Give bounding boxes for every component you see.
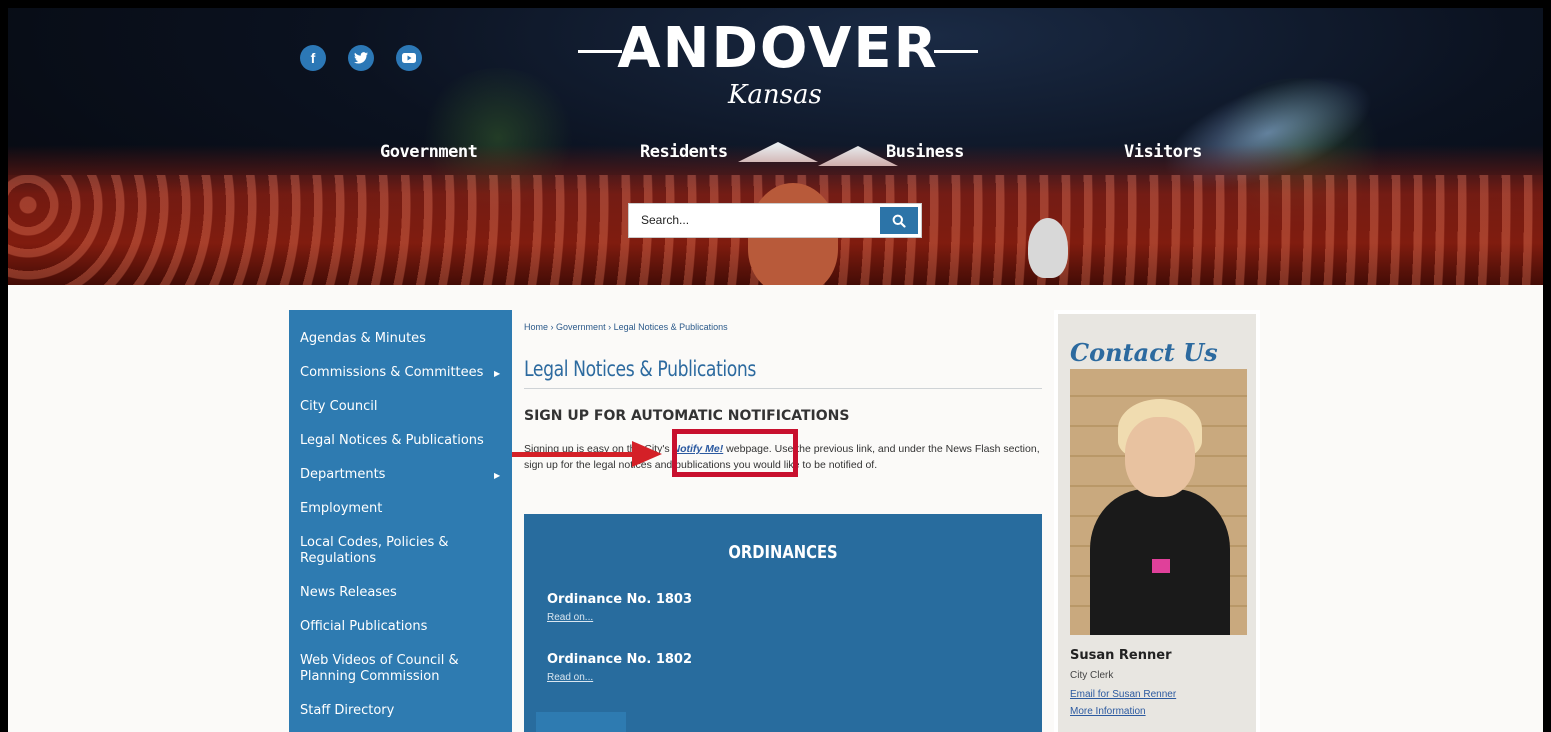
browser-viewport: f ANDOVER Kansas Government Residents Bu…: [8, 8, 1543, 732]
sidebar-item-news-releases[interactable]: News Releases: [300, 585, 397, 601]
nav-visitors[interactable]: Visitors: [1124, 142, 1202, 162]
annotation-arrow-shaft: [512, 452, 644, 457]
sidebar-item-staff-directory[interactable]: Staff Directory: [300, 703, 394, 719]
youtube-icon[interactable]: [396, 45, 422, 71]
more-information-link[interactable]: More Information: [1070, 706, 1146, 717]
header-banner: f ANDOVER Kansas Government Residents Bu…: [8, 8, 1543, 285]
breadcrumb-separator: ›: [550, 322, 554, 332]
panel-tab[interactable]: [536, 712, 626, 732]
photo-face: [1125, 417, 1195, 497]
email-link[interactable]: Email for Susan Renner: [1070, 689, 1176, 700]
ordinances-title: ORDINANCES: [728, 542, 838, 563]
breadcrumb-current: Legal Notices & Publications: [613, 322, 728, 332]
page-title: Legal Notices & Publications: [524, 357, 756, 381]
breadcrumb-separator: ›: [608, 322, 612, 332]
read-on-link[interactable]: Read on...: [547, 612, 593, 623]
contact-title: Contact Us: [1070, 338, 1218, 367]
annotation-arrow-icon: [632, 441, 662, 467]
breadcrumb-government[interactable]: Government: [556, 322, 606, 332]
chevron-right-icon[interactable]: ▶: [494, 471, 500, 480]
photo-detail: [1152, 559, 1170, 573]
facebook-icon[interactable]: f: [300, 45, 326, 71]
sidebar-item-local-codes[interactable]: Local Codes, Policies & Regulations: [300, 535, 480, 567]
ordinances-panel: ORDINANCES Ordinance No. 1803 Read on...…: [524, 514, 1042, 732]
annotation-highlight-box: [672, 429, 798, 477]
contact-name: Susan Renner: [1070, 648, 1172, 663]
logo-line-right: [934, 50, 978, 53]
logo-line-left: [578, 50, 622, 53]
sidebar-item-city-council[interactable]: City Council: [300, 399, 378, 415]
nav-business[interactable]: Business: [886, 142, 964, 162]
section-heading: SIGN UP FOR AUTOMATIC NOTIFICATIONS: [524, 408, 850, 424]
sidebar-item-departments[interactable]: Departments: [300, 467, 385, 483]
chevron-right-icon[interactable]: ▶: [494, 369, 500, 378]
logo-wordmark: ANDOVER: [617, 16, 939, 81]
sidebar-item-web-videos[interactable]: Web Videos of Council & Planning Commiss…: [300, 653, 480, 685]
sidebar-item-commissions[interactable]: Commissions & Committees: [300, 365, 483, 381]
search-box: [628, 203, 922, 238]
contact-card: Contact Us Susan Renner City Clerk Email…: [1058, 314, 1256, 732]
ordinance-title: Ordinance No. 1802: [547, 652, 693, 667]
crowd-person: [1028, 218, 1068, 278]
search-button[interactable]: [880, 207, 918, 234]
sidebar-item-employment[interactable]: Employment: [300, 501, 382, 517]
search-icon: [892, 214, 906, 228]
nav-residents[interactable]: Residents: [640, 142, 728, 162]
read-on-link[interactable]: Read on...: [547, 672, 593, 683]
logo-subtitle: Kansas: [728, 80, 822, 110]
contact-photo: [1070, 369, 1247, 635]
andover-logo[interactable]: ANDOVER Kansas: [578, 14, 978, 110]
contact-role: City Clerk: [1070, 670, 1114, 681]
ordinance-title: Ordinance No. 1803: [547, 592, 693, 607]
sidebar-item-legal-notices[interactable]: Legal Notices & Publications: [300, 433, 484, 449]
sidebar-item-agendas[interactable]: Agendas & Minutes: [300, 331, 426, 347]
breadcrumb-home[interactable]: Home: [524, 322, 548, 332]
title-divider: [524, 388, 1042, 389]
sidebar-nav: Agendas & Minutes Commissions & Committe…: [289, 310, 512, 732]
breadcrumb: Home › Government › Legal Notices & Publ…: [524, 322, 728, 332]
sidebar-item-official-publications[interactable]: Official Publications: [300, 619, 427, 635]
search-input[interactable]: [639, 212, 873, 228]
nav-government[interactable]: Government: [380, 142, 478, 162]
twitter-icon[interactable]: [348, 45, 374, 71]
